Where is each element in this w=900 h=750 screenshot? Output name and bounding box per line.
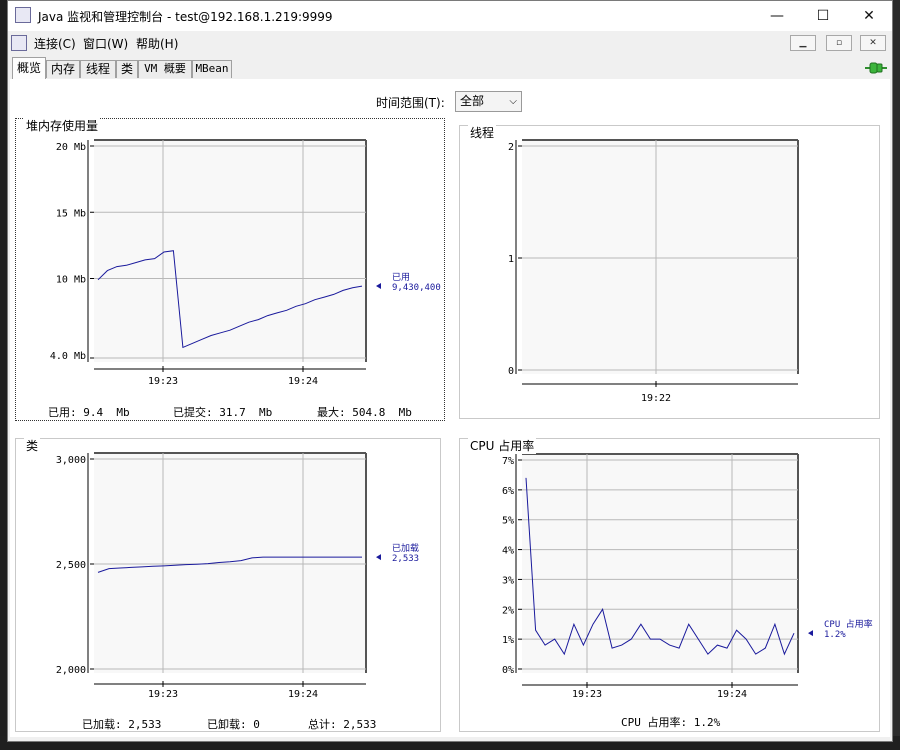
heap-current-label: 已用: [392, 272, 410, 283]
menu-help[interactable]: 帮助(H): [136, 35, 178, 52]
chevron-down-icon: ⌵: [509, 96, 517, 107]
heap-committed-stat: 已提交: 31.7 Mb: [173, 404, 272, 420]
classes-unloaded-stat: 已卸载: 0: [207, 716, 260, 732]
classes-plot-area: [94, 453, 366, 673]
tab-overview[interactable]: 概览: [12, 57, 46, 79]
tab-threads[interactable]: 线程: [80, 60, 116, 78]
threads-ytick-label: 0: [508, 366, 514, 377]
cpu-ytick-label: 6%: [502, 486, 514, 497]
time-range-value: 全部: [460, 94, 485, 108]
minimize-button[interactable]: —: [754, 1, 800, 31]
heap-ytick-label: 15 Mb: [56, 208, 86, 219]
classes-unloaded-label: 已卸载:: [207, 718, 247, 731]
heap-xtick-label: 19:24: [288, 376, 318, 387]
classes-ytick-label: 2,500: [56, 560, 86, 571]
classes-ytick-label: 3,000: [56, 455, 86, 466]
cpu-current-value: 1.2%: [824, 630, 846, 640]
tab-bar: 概览 内存 线程 类 VM 概要 MBean: [10, 57, 890, 80]
heap-panel-title: 堆内存使用量: [24, 117, 101, 134]
heap-plot-area: [94, 140, 366, 362]
menu-bar: 连接(C) 窗口(W) 帮助(H) ▁ ▫ ✕: [8, 32, 892, 54]
classes-ytick-label: 2,000: [56, 665, 86, 676]
classes-current-label: 已加载: [392, 542, 419, 554]
cpu-plot-area: [522, 454, 798, 673]
cpu-ytick-label: 2%: [502, 605, 514, 616]
threads-xtick-label: 19:22: [641, 393, 671, 404]
heap-ytick-label: 10 Mb: [56, 275, 86, 286]
classes-loaded-value: 2,533: [128, 718, 162, 731]
threads-chart: 2 1 0 19:22: [508, 139, 799, 404]
maximize-button[interactable]: ☐: [800, 1, 846, 31]
inner-close-button[interactable]: ✕: [860, 35, 886, 51]
heap-chart: 20 Mb 15 Mb 10 Mb 4.0 Mb 19:23 19:24 已用9,430,4…: [50, 139, 441, 387]
heap-current-marker: [376, 283, 381, 290]
threads-panel-title: 线程: [468, 124, 497, 141]
close-button[interactable]: ✕: [846, 1, 892, 31]
classes-unloaded-value: 0: [253, 718, 260, 731]
cpu-usage-label: CPU 占用率:: [621, 716, 688, 729]
classes-panel-title: 类: [24, 437, 41, 454]
threads-ytick-label: 2: [508, 142, 514, 153]
classes-panel[interactable]: 3,000 2,500 2,000 19:23 19:24 已加载 2,533 类 已加载:…: [15, 437, 441, 732]
classes-current-value: 2,533: [392, 554, 419, 564]
heap-committed-label: 已提交:: [173, 406, 213, 419]
time-range-label: 时间范围(T):: [376, 96, 445, 110]
connection-status-icon: [865, 62, 887, 74]
tab-mbean[interactable]: MBean: [192, 60, 232, 78]
threads-ytick-label: 1: [508, 254, 514, 265]
heap-used-stat: 已用: 9.4 Mb: [48, 404, 130, 420]
heap-max-value: 504.8 Mb: [352, 406, 412, 419]
cpu-ytick-label: 4%: [502, 546, 514, 557]
heap-max-stat: 最大: 504.8 Mb: [317, 404, 412, 420]
classes-loaded-label: 已加载:: [82, 718, 122, 731]
threads-plot-area: [522, 140, 798, 374]
cpu-ytick-label: 5%: [502, 516, 514, 527]
inner-minimize-button[interactable]: ▁: [790, 35, 816, 51]
heap-max-label: 最大:: [317, 406, 346, 419]
cpu-current-label: CPU 占用率: [824, 618, 873, 630]
classes-chart: 3,000 2,500 2,000 19:23 19:24 已加载2,533: [56, 452, 419, 699]
cpu-xtick-label: 19:24: [717, 689, 747, 699]
heap-ytick-label: 4.0 Mb: [50, 351, 86, 362]
cpu-ytick-label: 7%: [502, 456, 514, 467]
java-app-icon[interactable]: [15, 7, 31, 23]
cpu-usage-value: 1.2%: [693, 716, 721, 729]
cpu-panel-title: CPU 占用率: [468, 437, 537, 454]
classes-xtick-label: 19:24: [288, 689, 318, 699]
heap-panel[interactable]: 20 Mb 15 Mb 10 Mb 4.0 Mb 19:23 19:24 已用 9,430,4…: [15, 117, 445, 421]
classes-current-marker: [376, 554, 381, 561]
classes-total-label: 总计:: [308, 718, 337, 731]
document-icon[interactable]: [11, 35, 27, 51]
menu-connection[interactable]: 连接(C): [34, 35, 76, 52]
threads-panel[interactable]: 2 1 0 19:22 线程: [459, 124, 880, 419]
cpu-chart: 7% 6% 5% 4% 3% 2% 1% 0% 19:23 19:24 CPU 占用率1.2%: [502, 453, 873, 699]
heap-xtick-label: 19:23: [148, 376, 178, 387]
time-range-select[interactable]: 全部 ⌵: [455, 91, 522, 112]
heap-used-value: 9.4 Mb: [83, 406, 130, 419]
jconsole-window: Java 监视和管理控制台 - test@192.168.1.219:9999 …: [7, 0, 893, 742]
menu-window[interactable]: 窗口(W): [83, 35, 128, 52]
classes-total-stat: 总计: 2,533: [308, 716, 376, 732]
tab-memory[interactable]: 内存: [46, 60, 80, 78]
tab-vm-summary[interactable]: VM 概要: [138, 60, 192, 78]
cpu-ytick-label: 3%: [502, 575, 514, 586]
classes-total-value: 2,533: [343, 718, 377, 731]
cpu-ytick-label: 0%: [502, 665, 514, 676]
title-bar: Java 监视和管理控制台 - test@192.168.1.219:9999 …: [8, 1, 892, 31]
classes-xtick-label: 19:23: [148, 689, 178, 699]
inner-restore-button[interactable]: ▫: [826, 35, 852, 51]
heap-ytick-label: 20 Mb: [56, 142, 86, 153]
window-title: Java 监视和管理控制台 - test@192.168.1.219:9999: [38, 10, 333, 24]
heap-current-value: 9,430,400: [392, 283, 441, 293]
cpu-panel[interactable]: 7% 6% 5% 4% 3% 2% 1% 0% 19:23 19:24 CPU 占用率 1.2% CP…: [459, 437, 880, 732]
heap-committed-value: 31.7 Mb: [219, 406, 273, 419]
cpu-usage-stat: CPU 占用率: 1.2%: [621, 714, 720, 730]
overview-content: 时间范围(T): 全部 ⌵ 20 Mb 15 Mb 10 Mb 4.0 Mb 19:23…: [10, 79, 890, 737]
tab-classes[interactable]: 类: [116, 60, 138, 78]
cpu-ytick-label: 1%: [502, 635, 514, 646]
cpu-xtick-label: 19:23: [572, 689, 602, 699]
heap-used-label: 已用:: [48, 406, 77, 419]
cpu-current-marker: [808, 630, 813, 637]
classes-loaded-stat: 已加载: 2,533: [82, 716, 161, 732]
